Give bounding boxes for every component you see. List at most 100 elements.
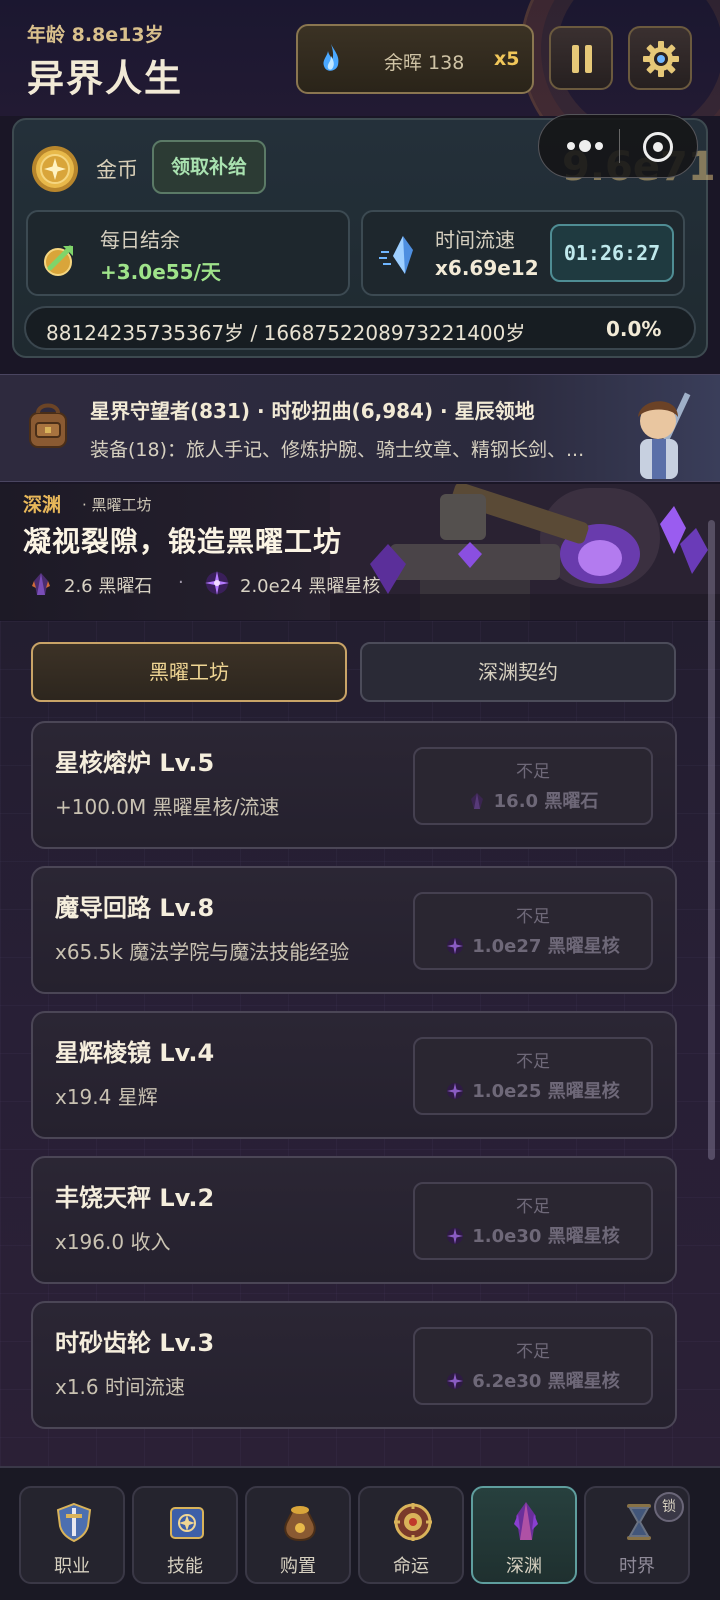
capsule-divider	[619, 129, 620, 163]
fate-wheel-icon	[391, 1500, 435, 1544]
abyss-workshop-banner: 深渊 · 黑曜工坊 凝视裂隙，锻造黑曜工坊 2.6 黑曜石 · 2.0e24 黑…	[0, 484, 720, 620]
character-info-banner[interactable]: 星界守望者(831) · 时砂扭曲(6,984) · 星辰领地 装备(18)：旅…	[0, 374, 720, 482]
lifespan-text: 88124235735367岁 / 1668752208973221400岁	[46, 321, 526, 345]
upgrade-cost: 1.0e27 黑曜星核	[415, 932, 651, 958]
star-core-amount: 2.0e24 黑曜星核	[240, 576, 381, 597]
upgrade-cost: 6.2e30 黑曜星核	[415, 1367, 651, 1393]
pause-button[interactable]	[549, 26, 613, 90]
equipment-summary: 装备(18)：旅人手记、修炼护腕、骑士纹章、精钢长剑、...	[90, 439, 585, 461]
upgrade-effect: +100.0M 黑曜星核/流速	[55, 795, 280, 819]
time-speed-value: x6.69e12	[435, 256, 539, 280]
nav-item-label: 时界	[619, 1556, 655, 1577]
insufficient-label: 不足	[516, 907, 550, 927]
more-menu-icon[interactable]	[565, 135, 605, 157]
coin-growth-icon	[44, 245, 73, 276]
pause-icon	[572, 45, 592, 73]
game-title: 异界人生	[27, 57, 183, 100]
treasure-bag-icon	[278, 1500, 322, 1544]
close-miniprogram-icon[interactable]	[643, 132, 673, 162]
gold-label: 金币	[96, 158, 138, 182]
star-core-icon	[205, 571, 229, 595]
gold-coin-icon	[32, 146, 78, 192]
abyss-section-subtitle: · 黑曜工坊	[82, 496, 152, 514]
daily-balance-card: 每日结余 +3.0e55/天	[26, 210, 350, 296]
nav-item[interactable]: 职业	[19, 1486, 125, 1584]
titles-summary: 星界守望者(831) · 时砂扭曲(6,984) · 星辰领地	[90, 399, 535, 423]
scrollbar-thumb[interactable]	[708, 520, 715, 1160]
upgrade-cost-text: 1.0e30 黑曜星核	[472, 1226, 620, 1247]
ember-label: 余晖 138	[384, 52, 465, 74]
tab-obsidian-workshop[interactable]: 黑曜工坊	[31, 642, 347, 702]
upgrade-cost: 1.0e30 黑曜星核	[415, 1222, 651, 1248]
upgrade-name: 星核熔炉 Lv.5	[55, 749, 215, 777]
daily-balance-value: +3.0e55/天	[100, 260, 221, 284]
bottom-navigation: 职业 技能 购置 命运 深渊 时界 锁	[0, 1466, 720, 1600]
upgrade-cost: 16.0 黑曜石	[415, 787, 651, 813]
lock-badge: 锁	[654, 1492, 684, 1522]
upgrade-card: 时砂齿轮 Lv.3 x1.6 时间流速 不足 6.2e30 黑曜星核	[31, 1301, 677, 1429]
upgrade-effect: x19.4 星辉	[55, 1085, 158, 1109]
upgrade-effect: x1.6 时间流速	[55, 1375, 185, 1399]
nav-item[interactable]: 时界 锁	[584, 1486, 690, 1584]
lifespan-percent: 0.0%	[606, 317, 662, 341]
star-core-icon	[446, 1082, 464, 1100]
insufficient-label: 不足	[516, 1342, 550, 1362]
boost-timer-button[interactable]: 01:26:27	[550, 224, 674, 282]
abyss-crystal-icon	[504, 1500, 548, 1544]
age-label: 年龄 8.8e13岁	[27, 24, 164, 46]
time-crystal-icon	[379, 236, 413, 274]
nav-item-label: 职业	[54, 1556, 90, 1577]
gold-panel: 金币 领取补给 9.6e71 每日结余 +3.0e55/天 时间流速 x6.69…	[12, 114, 716, 358]
lifespan-progress: 88124235735367岁 / 1668752208973221400岁 0…	[24, 306, 696, 350]
backpack-icon	[29, 403, 67, 448]
nav-item[interactable]: 深渊	[471, 1486, 577, 1584]
upgrade-buy-button[interactable]: 不足 1.0e27 黑曜星核	[413, 892, 653, 970]
blue-flame-icon	[323, 44, 339, 71]
obsidian-icon	[32, 573, 50, 595]
upgrade-name: 时砂齿轮 Lv.3	[55, 1329, 215, 1357]
star-core-icon	[446, 937, 464, 955]
upgrade-buy-button[interactable]: 不足 6.2e30 黑曜星核	[413, 1327, 653, 1405]
nav-item-label: 深渊	[506, 1556, 542, 1577]
nav-item[interactable]: 命运	[358, 1486, 464, 1584]
nav-item[interactable]: 技能	[132, 1486, 238, 1584]
nav-item-label: 命运	[393, 1556, 429, 1577]
abyss-section-tag: 深渊	[23, 494, 62, 516]
ember-counter[interactable]: 余晖 138 x5	[296, 24, 534, 94]
insufficient-label: 不足	[516, 1197, 550, 1217]
star-core-icon	[446, 1372, 464, 1390]
upgrade-cost-text: 6.2e30 黑曜星核	[472, 1371, 620, 1392]
settings-button[interactable]	[628, 26, 692, 90]
time-speed-card: 时间流速 x6.69e12 01:26:27	[361, 210, 685, 296]
forge-anvil-illustration	[330, 484, 720, 620]
upgrade-name: 星辉棱镜 Lv.4	[55, 1039, 215, 1067]
upgrade-cost-text: 1.0e27 黑曜星核	[472, 936, 620, 957]
upgrade-buy-button[interactable]: 不足 1.0e25 黑曜星核	[413, 1037, 653, 1115]
nav-item[interactable]: 购置	[245, 1486, 351, 1584]
miniprogram-capsule	[538, 114, 698, 178]
upgrade-buy-button[interactable]: 不足 16.0 黑曜石	[413, 747, 653, 825]
gear-icon	[643, 41, 679, 77]
upgrade-card: 魔导回路 Lv.8 x65.5k 魔法学院与魔法技能经验 不足 1.0e27 黑曜星核	[31, 866, 677, 994]
spellbook-icon	[165, 1500, 209, 1544]
star-core-icon	[446, 1227, 464, 1245]
obsidian-icon	[468, 792, 486, 810]
upgrade-effect: x65.5k 魔法学院与魔法技能经验	[55, 940, 350, 964]
nav-item-label: 技能	[167, 1556, 203, 1577]
obsidian-amount: 2.6 黑曜石	[64, 576, 153, 597]
upgrade-card: 星核熔炉 Lv.5 +100.0M 黑曜星核/流速 不足 16.0 黑曜石	[31, 721, 677, 849]
abyss-headline: 凝视裂隙，锻造黑曜工坊	[23, 525, 343, 558]
resource-separator: ·	[178, 572, 184, 593]
speed-multiplier[interactable]: x5	[494, 48, 519, 70]
claim-supply-button[interactable]: 领取补给	[152, 140, 266, 194]
upgrade-buy-button[interactable]: 不足 1.0e30 黑曜星核	[413, 1182, 653, 1260]
upgrade-name: 魔导回路 Lv.8	[55, 894, 215, 922]
upgrade-cost: 1.0e25 黑曜星核	[415, 1077, 651, 1103]
upgrade-card: 丰饶天秤 Lv.2 x196.0 收入 不足 1.0e30 黑曜星核	[31, 1156, 677, 1284]
tab-abyss-contract[interactable]: 深渊契约	[360, 642, 676, 702]
insufficient-label: 不足	[516, 1052, 550, 1072]
upgrade-cost-text: 16.0 黑曜石	[493, 791, 599, 812]
upgrade-card: 星辉棱镜 Lv.4 x19.4 星辉 不足 1.0e25 黑曜星核	[31, 1011, 677, 1139]
upgrade-effect: x196.0 收入	[55, 1230, 171, 1254]
top-header: 年龄 8.8e13岁 异界人生 余晖 138 x5	[0, 0, 720, 116]
